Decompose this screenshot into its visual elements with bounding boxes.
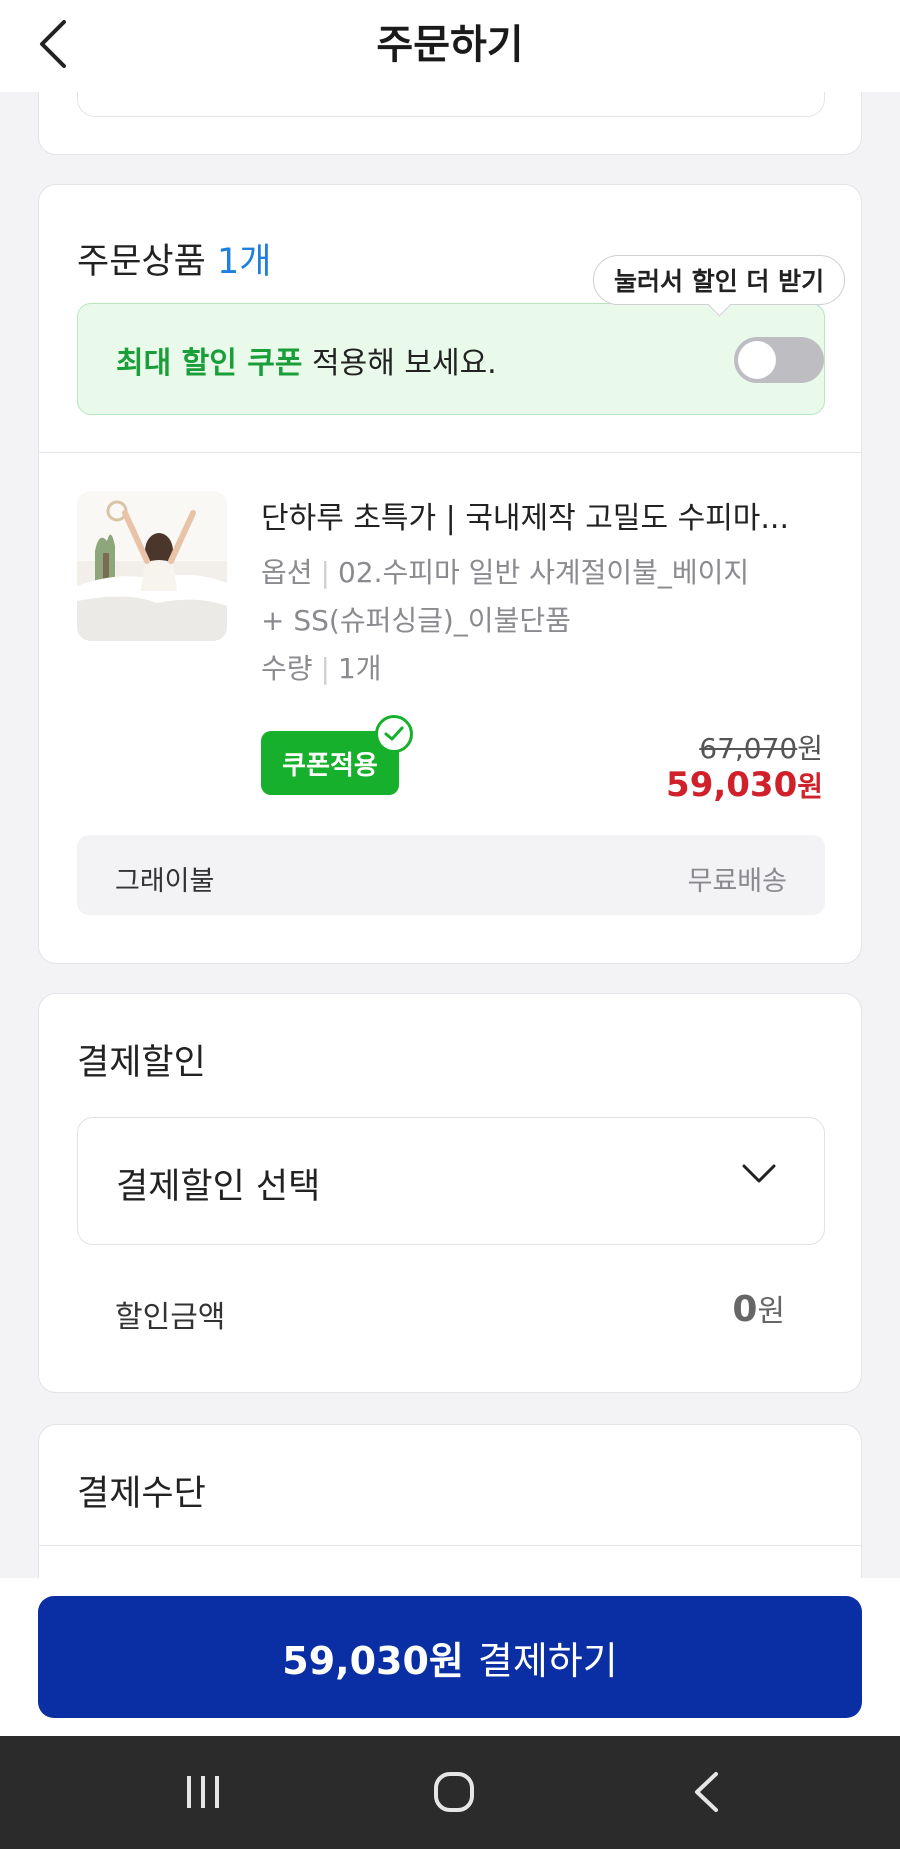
product-option-line-2: + SS(슈퍼싱글)_이불단품: [261, 599, 571, 639]
coupon-banner-text: 최대 할인 쿠폰 적용해 보세요.: [116, 338, 497, 382]
page-title: 주문하기: [376, 22, 524, 68]
divider: [39, 1545, 861, 1546]
discount-amount-label: 할인금액: [115, 1300, 226, 1335]
pay-button[interactable]: 59,030원 결제하기: [38, 1596, 862, 1718]
coupon-banner-highlight: 최대 할인 쿠폰: [116, 346, 303, 381]
shipping-fee: 무료배송: [687, 866, 787, 897]
payment-discount-select-label: 결제할인 선택: [116, 1167, 321, 1207]
coupon-banner-rest: 적용해 보세요.: [302, 346, 497, 381]
home-button[interactable]: [424, 1764, 484, 1820]
product-name[interactable]: 단하루 초특가 | 국내제작 고밀도 수피마...: [261, 493, 831, 537]
app-header: 주문하기: [0, 0, 900, 92]
pay-button-label: 결제하기: [477, 1638, 618, 1683]
order-items-count: 1개: [216, 242, 272, 282]
payment-discount-card: 결제할인 결제할인 선택 할인금액 0원: [38, 993, 862, 1393]
payment-method-title: 결제수단: [77, 1474, 206, 1514]
sale-price: 59,030원: [666, 765, 823, 805]
payment-discount-title: 결제할인: [77, 1043, 206, 1083]
product-image: [77, 491, 227, 641]
recent-apps-icon: [187, 1776, 219, 1808]
product-thumbnail[interactable]: [77, 491, 227, 641]
order-items-card: 주문상품 1개 눌러서 할인 더 받기 최대 할인 쿠폰 적용해 보세요. 단하…: [38, 184, 862, 964]
max-coupon-toggle[interactable]: [734, 337, 824, 383]
payment-discount-select[interactable]: 결제할인 선택: [77, 1117, 825, 1245]
home-icon: [434, 1772, 474, 1812]
separator: |: [320, 556, 330, 589]
pay-button-amount: 59,030원: [282, 1638, 464, 1683]
divider: [39, 452, 861, 453]
shipping-row: 그래이불 무료배송: [77, 835, 825, 915]
toggle-knob: [738, 341, 776, 379]
product-option-line: 옵션 | 02.수피마 일반 사계절이불_베이지: [261, 551, 749, 591]
seller-name: 그래이불: [115, 866, 215, 897]
discount-amount-value: 0: [732, 1289, 758, 1330]
max-coupon-banner: 최대 할인 쿠폰 적용해 보세요.: [77, 303, 825, 415]
original-price-value: 67,070: [699, 732, 798, 765]
option-value-2: + SS(슈퍼싱글)_이불단품: [261, 604, 571, 637]
product-quantity-line: 수량 | 1개: [261, 647, 382, 687]
sale-price-value: 59,030: [666, 765, 798, 805]
option-value: 02.수피마 일반 사계절이불_베이지: [337, 556, 750, 589]
discount-amount-unit: 원: [757, 1294, 785, 1329]
separator: |: [320, 652, 330, 685]
order-items-label: 주문상품: [77, 242, 206, 282]
check-icon: [375, 715, 413, 753]
option-label: 옵션: [261, 556, 313, 589]
order-items-title: 주문상품 1개: [77, 233, 271, 284]
system-back-button[interactable]: [676, 1764, 736, 1820]
sale-price-unit: 원: [797, 770, 823, 803]
original-price: 67,070원: [699, 727, 823, 767]
quantity-value: 1개: [337, 652, 382, 685]
bottom-pay-bar: 59,030원 결제하기: [0, 1578, 900, 1736]
system-nav-bar: [0, 1736, 900, 1849]
quantity-label: 수량: [261, 652, 313, 685]
chevron-down-icon: [742, 1164, 776, 1183]
original-price-unit: 원: [797, 732, 823, 765]
back-icon: [695, 1772, 718, 1812]
recent-apps-button[interactable]: [173, 1764, 233, 1820]
discount-amount: 0원: [732, 1286, 785, 1330]
discount-tooltip: 눌러서 할인 더 받기: [593, 255, 846, 305]
